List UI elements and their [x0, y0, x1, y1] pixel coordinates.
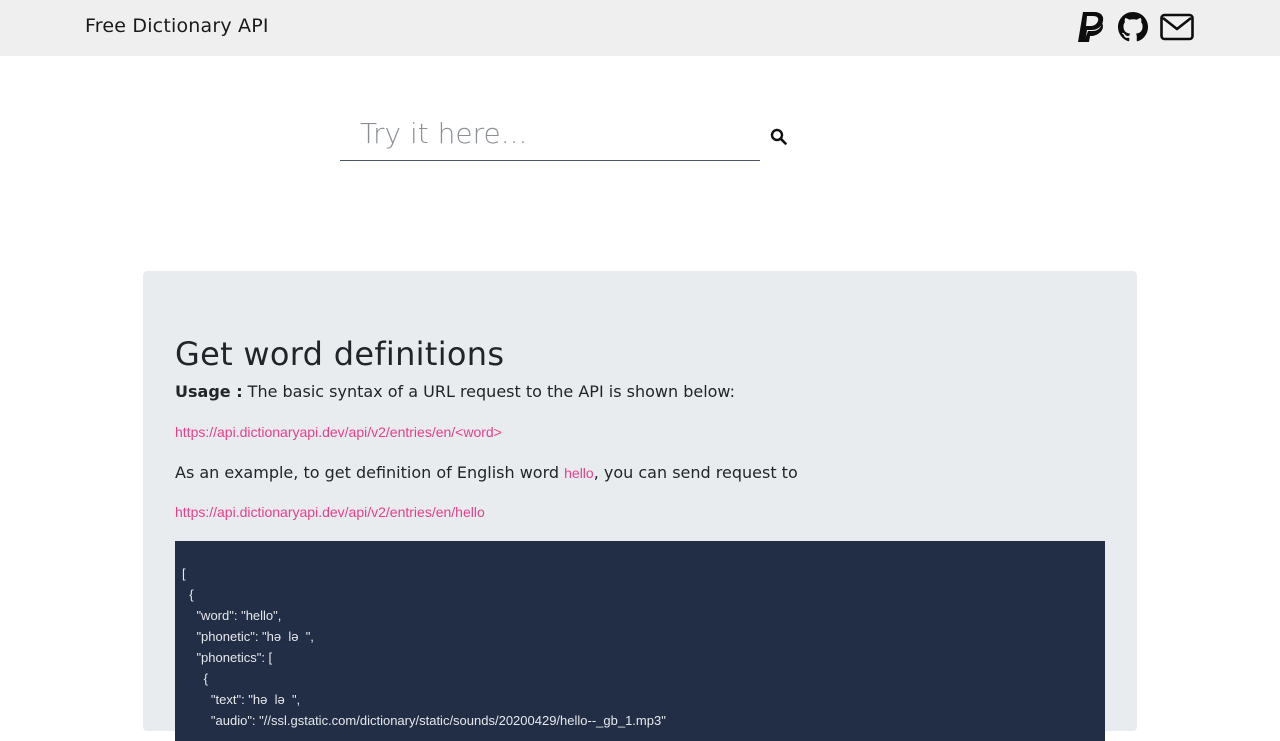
search-input[interactable] [340, 106, 760, 161]
definitions-card: Get word definitions Usage : The basic s… [143, 271, 1137, 741]
usage-description: The basic syntax of a URL request to the… [242, 382, 736, 401]
syntax-url[interactable]: https://api.dictionaryapi.dev/api/v2/ent… [175, 424, 502, 440]
example-after: , you can send request to [593, 463, 798, 482]
usage-text: Usage : The basic syntax of a URL reques… [175, 382, 735, 401]
paypal-icon[interactable] [1076, 10, 1106, 44]
response-json: [ { "word": "hello", "phonetic": "hə lə … [182, 566, 666, 728]
github-icon[interactable] [1118, 12, 1148, 42]
example-url[interactable]: https://api.dictionaryapi.dev/api/v2/ent… [175, 504, 485, 520]
response-code-block: [ { "word": "hello", "phonetic": "hə lə … [175, 541, 1105, 741]
navbar: Free Dictionary API [0, 0, 1280, 56]
nav-icons [1076, 10, 1194, 44]
example-text: As an example, to get definition of Engl… [175, 463, 798, 482]
envelope-icon[interactable] [1160, 13, 1194, 41]
example-word: hello [564, 465, 594, 481]
search-icon [770, 128, 787, 145]
example-before: As an example, to get definition of Engl… [175, 463, 565, 482]
search-bar [340, 106, 800, 162]
section-title: Get word definitions [175, 335, 505, 373]
search-button[interactable] [768, 128, 788, 148]
usage-label: Usage : [175, 382, 243, 401]
brand-title[interactable]: Free Dictionary API [85, 15, 269, 37]
